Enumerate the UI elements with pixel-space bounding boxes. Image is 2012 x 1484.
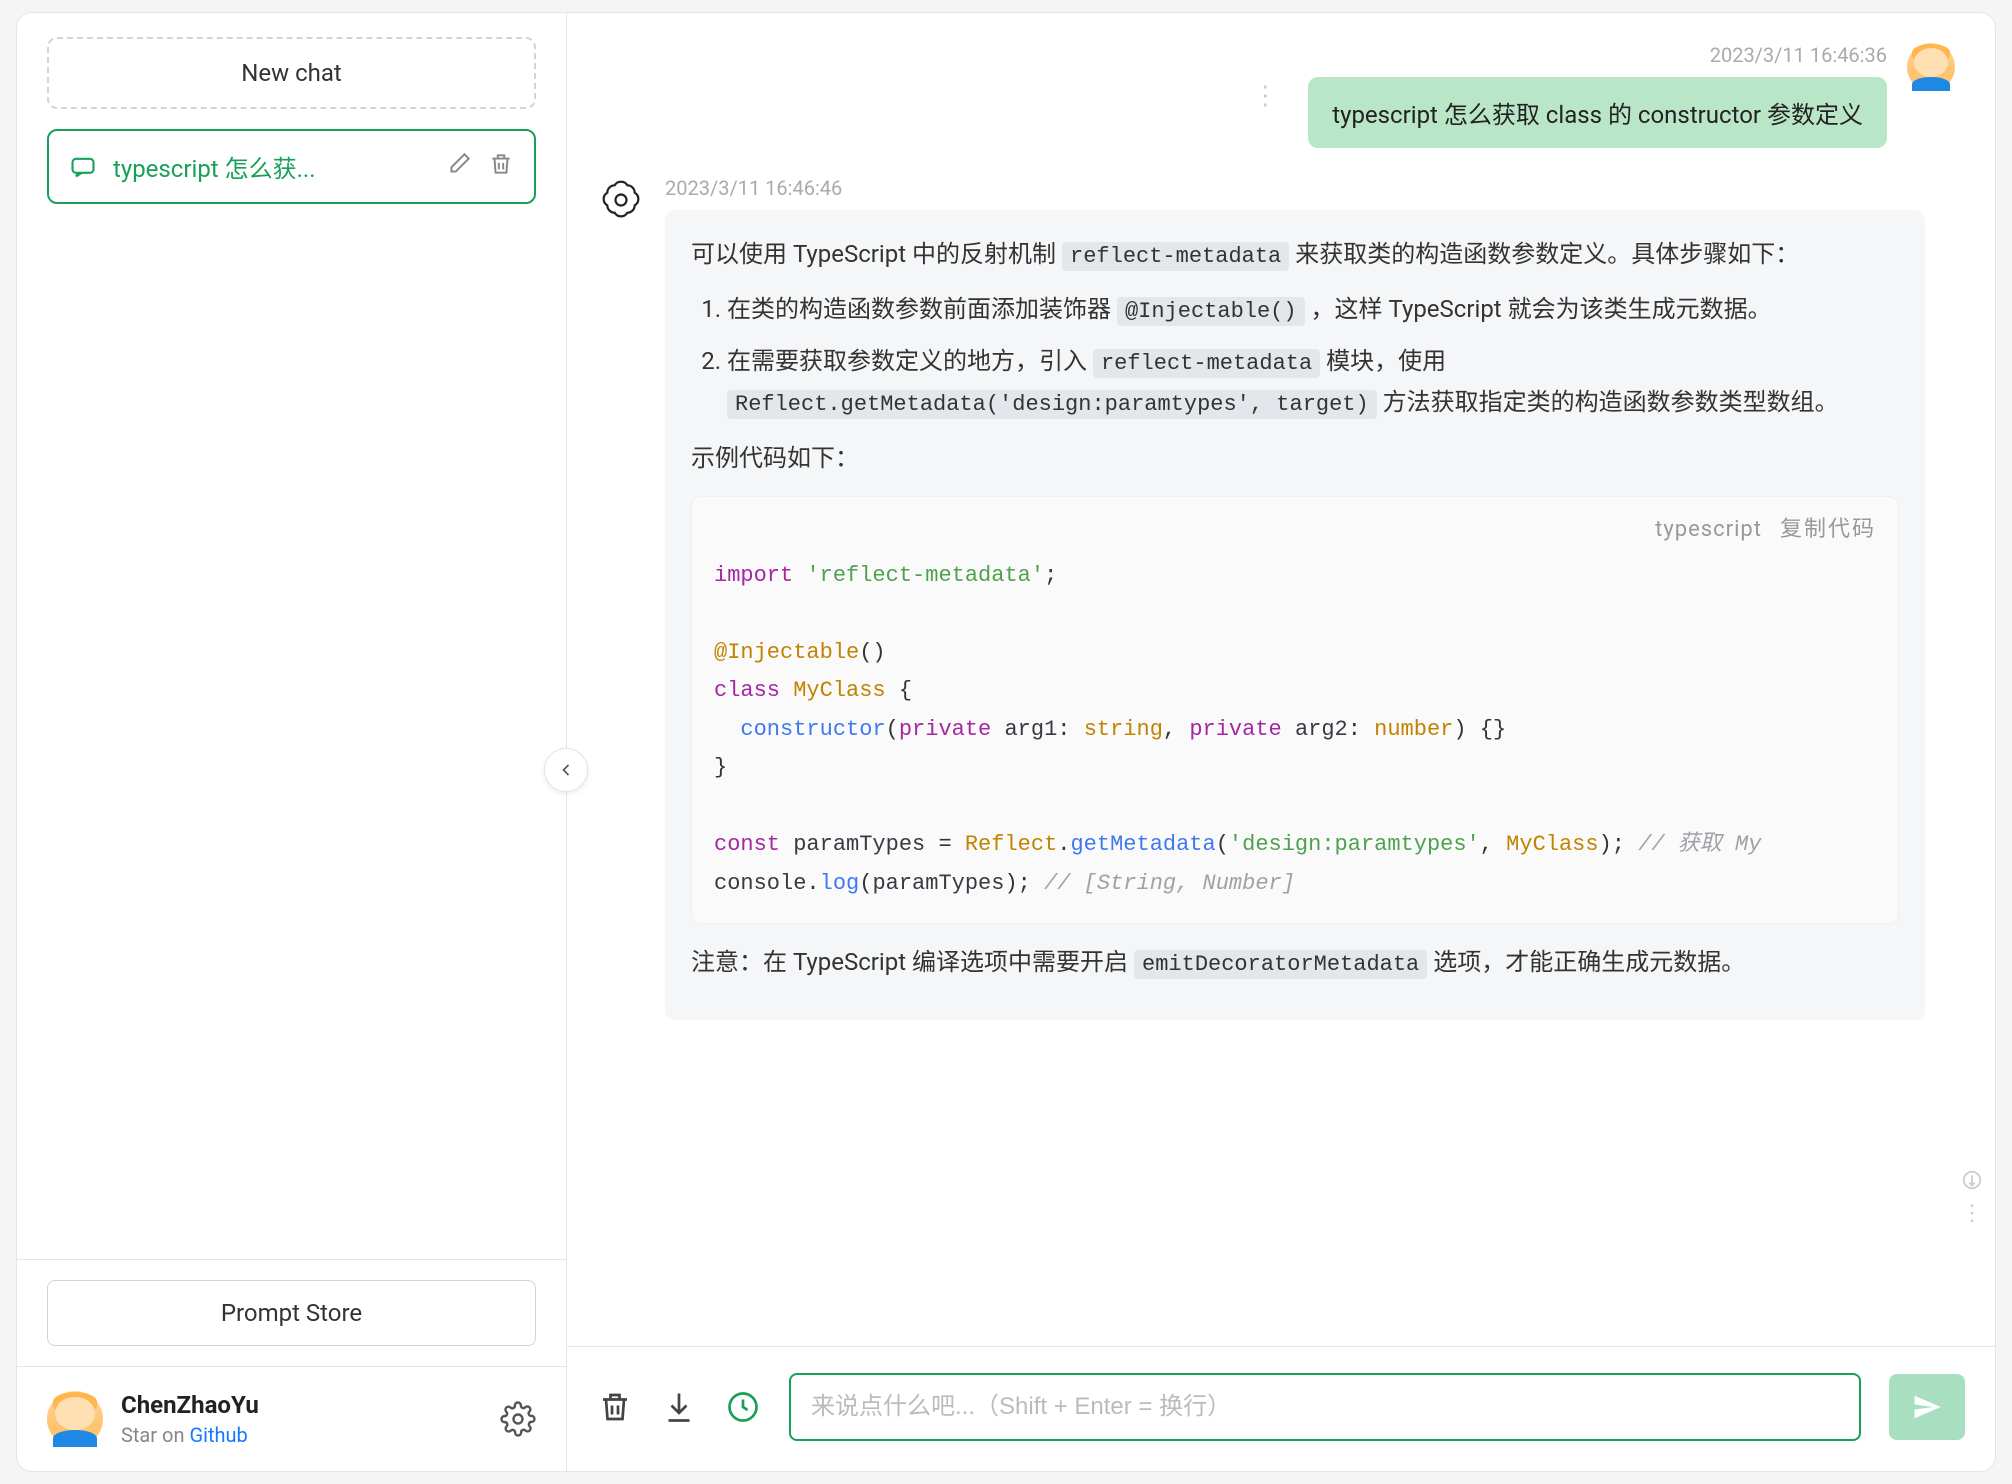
user-name: ChenZhaoYu <box>121 1391 482 1419</box>
clear-history-icon[interactable] <box>597 1389 633 1425</box>
edit-icon[interactable] <box>446 151 472 183</box>
chat-item-title: typescript 怎么获... <box>113 149 430 184</box>
collapse-sidebar-button[interactable] <box>544 748 588 792</box>
user-msg-bubble: typescript 怎么获取 class 的 constructor 参数定义 <box>1308 77 1887 148</box>
history-icon[interactable] <box>725 1389 761 1425</box>
sidebar: New chat typescript 怎么获... Prompt Store <box>17 13 567 1471</box>
inline-code: reflect-metadata <box>1062 242 1289 271</box>
inline-code: @Injectable() <box>1117 297 1305 326</box>
user-msg-avatar <box>1907 43 1955 91</box>
inline-code: Reflect.getMetadata('design:paramtypes',… <box>727 390 1377 419</box>
chat-list-item[interactable]: typescript 怎么获... <box>47 129 536 204</box>
step-2: 在需要获取参数定义的地方，引入 reflect-metadata 模块，使用 R… <box>727 341 1899 424</box>
code-body: import 'reflect-metadata'; @Injectable()… <box>692 549 1898 924</box>
chat-icon <box>69 153 97 181</box>
scroll-dots-icon[interactable]: ⋮ <box>1961 1201 1983 1226</box>
code-block: typescript 复制代码 import 'reflect-metadata… <box>691 496 1899 924</box>
user-avatar <box>47 1391 103 1447</box>
user-row: ChenZhaoYu Star on Github <box>17 1366 566 1471</box>
step-1: 在类的构造函数参数前面添加装饰器 @Injectable() ，这样 TypeS… <box>727 289 1899 330</box>
delete-icon[interactable] <box>488 151 514 183</box>
assistant-message: 2023/3/11 16:46:46 可以使用 TypeScript 中的反射机… <box>597 176 1955 1020</box>
user-message: 2023/3/11 16:46:36 typescript 怎么获取 class… <box>597 43 1955 148</box>
send-button[interactable] <box>1889 1374 1965 1440</box>
prompt-store-button[interactable]: Prompt Store <box>47 1280 536 1346</box>
copy-code-button[interactable]: 复制代码 <box>1780 511 1876 548</box>
assistant-msg-time: 2023/3/11 16:46:46 <box>665 176 1925 200</box>
user-msg-time: 2023/3/11 16:46:36 <box>1710 43 1887 67</box>
github-link[interactable]: Github <box>189 1423 247 1447</box>
inline-code: emitDecoratorMetadata <box>1134 950 1427 979</box>
code-header: typescript 复制代码 <box>692 497 1898 548</box>
scroll-compass-icon <box>1961 1169 1983 1191</box>
settings-icon[interactable] <box>500 1401 536 1437</box>
intro-paragraph: 可以使用 TypeScript 中的反射机制 reflect-metadata … <box>691 234 1899 275</box>
assistant-avatar <box>597 176 645 224</box>
sidebar-bottom: Prompt Store ChenZhaoYu Star on Github <box>17 1259 566 1471</box>
app-window: New chat typescript 怎么获... Prompt Store <box>16 12 1996 1472</box>
user-sub-prefix: Star on <box>121 1423 189 1447</box>
new-chat-button[interactable]: New chat <box>47 37 536 109</box>
input-bar <box>567 1346 1995 1471</box>
user-subtitle: Star on Github <box>121 1423 482 1447</box>
main-area: 2023/3/11 16:46:36 typescript 怎么获取 class… <box>567 13 1995 1471</box>
message-input[interactable] <box>789 1373 1861 1441</box>
export-icon[interactable] <box>661 1389 697 1425</box>
user-info: ChenZhaoYu Star on Github <box>121 1391 482 1447</box>
inline-code: reflect-metadata <box>1093 349 1320 378</box>
scroll-indicator: ⋮ <box>1961 1169 1983 1226</box>
sidebar-top: New chat typescript 怎么获... <box>17 13 566 1259</box>
message-menu-icon[interactable]: ⋮ <box>1252 81 1278 111</box>
chat-item-actions <box>446 151 514 183</box>
steps-list: 在类的构造函数参数前面添加装饰器 @Injectable() ，这样 TypeS… <box>691 289 1899 423</box>
assistant-msg-bubble: 可以使用 TypeScript 中的反射机制 reflect-metadata … <box>665 210 1925 1020</box>
code-lang-label: typescript <box>1655 511 1762 548</box>
messages-list[interactable]: 2023/3/11 16:46:36 typescript 怎么获取 class… <box>567 13 1995 1346</box>
note-paragraph: 注意：在 TypeScript 编译选项中需要开启 emitDecoratorM… <box>691 942 1899 983</box>
example-label: 示例代码如下： <box>691 438 1899 479</box>
